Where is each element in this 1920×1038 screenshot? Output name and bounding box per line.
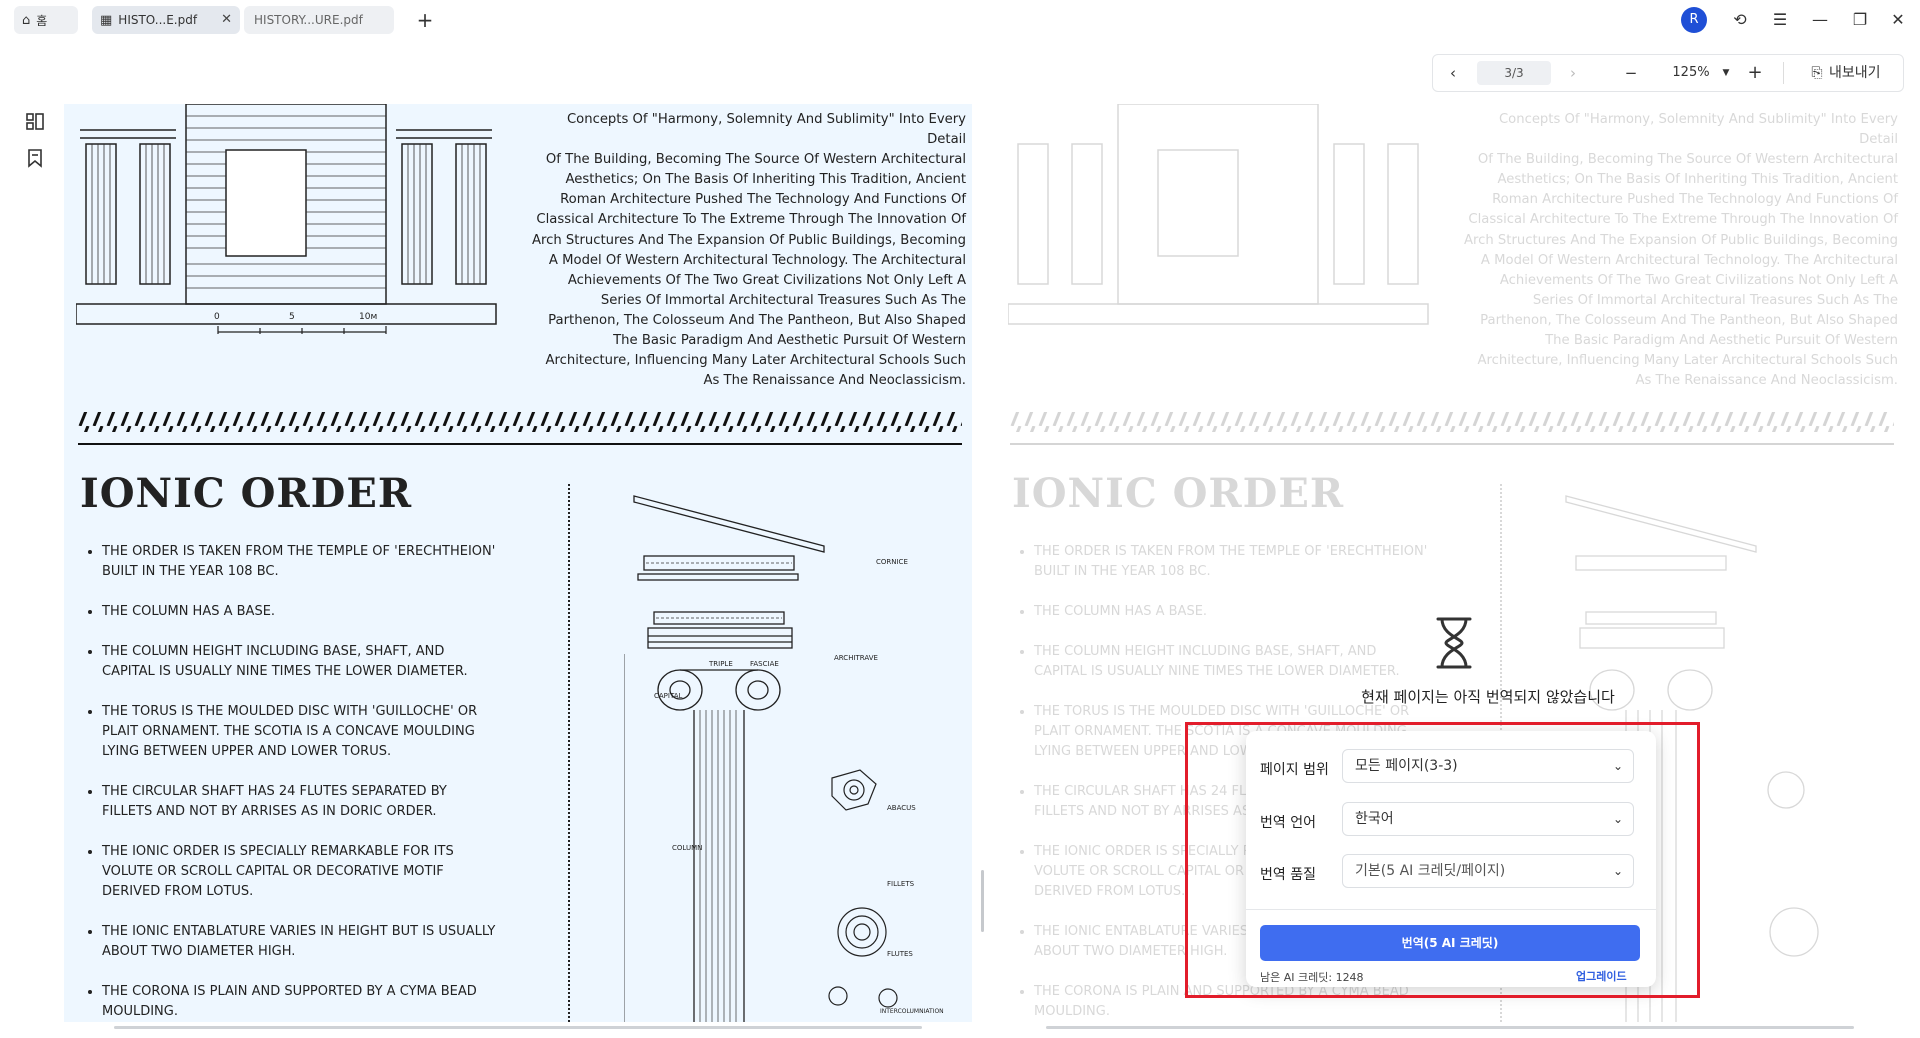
label-architrave: ARCHITRAVE bbox=[834, 654, 878, 662]
list-item: THE CIRCULAR SHAFT HAS 24 FLUTES SEPARAT… bbox=[102, 782, 500, 822]
bullet-list: THE ORDER IS TAKEN FROM THE TEMPLE OF 'E… bbox=[80, 542, 500, 1022]
page-toolbar: ‹ 3/3 › − 125% ▼ + ⎘ 내보내기 bbox=[1432, 54, 1904, 92]
list-item: THE COLUMN HEIGHT INCLUDING BASE, SHAFT,… bbox=[102, 642, 500, 682]
highlight-box bbox=[1185, 722, 1700, 998]
sync-icon[interactable]: ⟲ bbox=[1728, 8, 1752, 32]
new-tab-icon[interactable]: + bbox=[413, 8, 437, 32]
page-indicator[interactable]: 3/3 bbox=[1477, 61, 1551, 85]
label-capital: CAPITAL bbox=[654, 692, 683, 700]
label-cornice: CORNICE bbox=[876, 558, 908, 566]
intro-paragraph: Concepts Of "Harmony, Solemnity And Subl… bbox=[1463, 112, 1898, 389]
zoom-dropdown-icon[interactable]: ▼ bbox=[1719, 61, 1733, 85]
hatched-divider bbox=[78, 412, 962, 445]
section-heading: IONIC ORDER bbox=[1012, 470, 1345, 517]
tab-document[interactable]: HISTORY...URE.pdf bbox=[244, 6, 394, 34]
pdf-icon: ▦ bbox=[100, 12, 113, 28]
left-horizontal-scrollbar[interactable] bbox=[114, 1026, 922, 1029]
label-fillets: FILLETS bbox=[887, 880, 915, 888]
zoom-out-icon[interactable]: − bbox=[1619, 61, 1643, 85]
tab-document-active[interactable]: ▦ HISTO...E.pdf ✕ bbox=[92, 6, 240, 34]
label-column: COLUMN bbox=[672, 844, 703, 852]
label-triple: TRIPLE bbox=[709, 660, 733, 668]
zoom-in-icon[interactable]: + bbox=[1743, 61, 1767, 85]
original-page: 0 5 10м Concepts Of "Harmony, Solemnity … bbox=[64, 104, 972, 1022]
export-icon[interactable]: ⎘ bbox=[1807, 61, 1827, 85]
tab-bar: ⌂ 홈 ▦ HISTO...E.pdf ✕ HISTORY...URE.pdf … bbox=[0, 0, 1920, 40]
temple-elevation-drawing bbox=[1008, 104, 1429, 325]
scale-label-10: 10м bbox=[359, 312, 378, 322]
tab-label: HISTO...E.pdf bbox=[118, 13, 198, 27]
list-item: THE TORUS IS THE MOULDED DISC WITH 'GUIL… bbox=[102, 702, 500, 762]
label-fasciae: FASCIAE bbox=[750, 660, 779, 668]
hatched-divider bbox=[1010, 412, 1894, 445]
close-window-icon[interactable]: ✕ bbox=[1886, 8, 1910, 32]
tab-label: HISTORY...URE.pdf bbox=[254, 13, 363, 27]
maximize-icon[interactable]: ❐ bbox=[1848, 8, 1872, 32]
tab-home[interactable]: ⌂ 홈 bbox=[14, 6, 78, 34]
bookmark-icon[interactable] bbox=[24, 148, 46, 170]
export-button[interactable]: 내보내기 bbox=[1829, 61, 1895, 85]
list-item: THE ORDER IS TAKEN FROM THE TEMPLE OF 'E… bbox=[1034, 542, 1432, 582]
list-item: THE COLUMN HEIGHT INCLUDING BASE, SHAFT,… bbox=[1034, 642, 1432, 682]
intro-paragraph: Concepts Of "Harmony, Solemnity And Subl… bbox=[531, 112, 966, 389]
scale-label-5: 5 bbox=[289, 312, 295, 322]
menu-icon[interactable]: ☰ bbox=[1768, 8, 1792, 32]
next-page-icon[interactable]: › bbox=[1561, 61, 1585, 85]
list-item: THE COLUMN HAS A BASE. bbox=[1034, 602, 1432, 622]
scale-label-0: 0 bbox=[214, 312, 220, 322]
section-heading: IONIC ORDER bbox=[80, 470, 413, 517]
vertical-scrollbar[interactable] bbox=[981, 870, 984, 932]
minimize-icon[interactable]: — bbox=[1808, 8, 1832, 32]
list-item: THE IONIC ORDER IS SPECIALLY REMARKABLE … bbox=[102, 842, 500, 902]
tab-label: 홈 bbox=[36, 13, 48, 28]
ionic-column-drawing bbox=[624, 495, 898, 1022]
label-abacus: ABACUS bbox=[887, 804, 916, 812]
list-item: THE ORDER IS TAKEN FROM THE TEMPLE OF 'E… bbox=[102, 542, 500, 582]
right-horizontal-scrollbar[interactable] bbox=[1046, 1026, 1854, 1029]
untranslated-notice: 현재 페이지는 아직 번역되지 않았습니다 bbox=[1361, 688, 1615, 706]
temple-elevation-drawing bbox=[76, 104, 497, 334]
left-sidebar bbox=[0, 100, 64, 1038]
avatar[interactable]: R bbox=[1681, 7, 1707, 33]
label-flutes: FLUTES bbox=[887, 950, 913, 958]
list-item: THE CORONA IS PLAIN AND SUPPORTED BY A C… bbox=[102, 982, 500, 1022]
list-item: THE COLUMN HAS A BASE. bbox=[102, 602, 500, 622]
list-item: THE IONIC ENTABLATURE VARIES IN HEIGHT B… bbox=[102, 922, 500, 962]
prev-page-icon[interactable]: ‹ bbox=[1441, 61, 1465, 85]
home-icon: ⌂ bbox=[22, 12, 31, 28]
zoom-level[interactable]: 125% bbox=[1661, 61, 1721, 85]
close-tab-icon[interactable]: ✕ bbox=[221, 12, 232, 27]
toolbar-divider bbox=[1783, 62, 1784, 84]
column-separator bbox=[568, 484, 570, 1022]
hourglass-icon bbox=[1432, 615, 1476, 671]
thumbnails-icon[interactable] bbox=[24, 112, 46, 134]
label-intercolumniation: INTERCOLUMNIATION bbox=[880, 1008, 944, 1015]
